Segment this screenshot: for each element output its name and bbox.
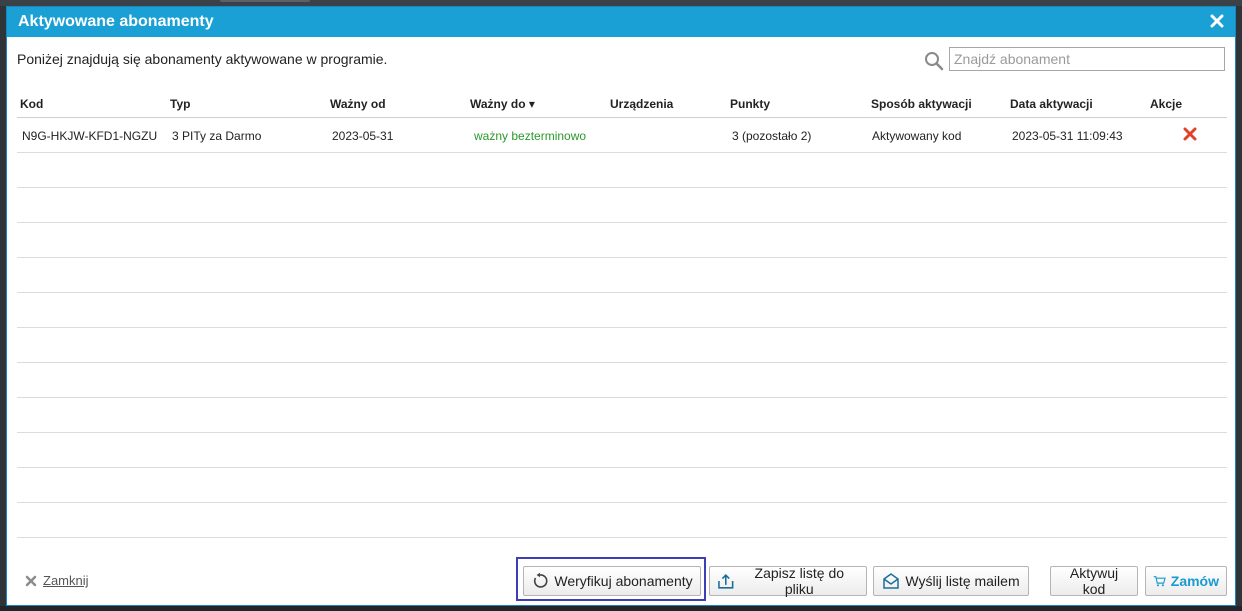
send-list-mail-label: Wyślij listę mailem: [905, 573, 1020, 589]
table-row[interactable]: N9G-HKJW-KFD1-NGZU 3 PITy za Darmo 2023-…: [17, 118, 1227, 153]
subscriptions-dialog: Aktywowane abonamenty Poniżej znajdują s…: [6, 6, 1236, 606]
table-row-empty: [17, 503, 1227, 538]
table-header: Kod Typ Ważny od Ważny do ▾ Urządzenia P…: [17, 93, 1227, 118]
close-link[interactable]: Zamknij: [25, 573, 89, 588]
order-label: Zamów: [1170, 573, 1219, 589]
table-row-empty: [17, 433, 1227, 468]
search-icon: [925, 52, 944, 71]
table-row-empty: [17, 188, 1227, 223]
column-header-data-aktywacji[interactable]: Data aktywacji: [1010, 97, 1093, 111]
activate-code-button[interactable]: Aktywuj kod: [1050, 565, 1138, 597]
delete-icon[interactable]: [1183, 127, 1197, 141]
refresh-icon: [534, 572, 548, 588]
dialog-footer: Zamknij Weryfikuj abonamenty Zapisz list…: [7, 555, 1235, 601]
activate-code-label: Aktywuj kod: [1069, 565, 1119, 597]
column-header-typ[interactable]: Typ: [170, 97, 190, 111]
upload-icon: [718, 574, 734, 589]
subscriptions-table: Kod Typ Ważny od Ważny do ▾ Urządzenia P…: [17, 93, 1227, 538]
cell-punkty: 3 (pozostało 2): [732, 129, 812, 143]
intro-text: Poniżej znajdują się abonamenty aktywowa…: [17, 51, 388, 67]
dialog-title: Aktywowane abonamenty: [18, 13, 214, 30]
column-header-akcje: Akcje: [1150, 97, 1183, 111]
cart-icon: [1153, 576, 1166, 587]
close-small-icon: [25, 575, 37, 586]
save-list-button[interactable]: Zapisz listę do pliku: [709, 565, 867, 597]
cell-data-aktywacji: 2023-05-31 11:09:43: [1012, 129, 1123, 143]
cell-wazny-od: 2023-05-31: [332, 129, 394, 143]
table-row-empty: [17, 258, 1227, 293]
column-header-punkty[interactable]: Punkty: [730, 97, 770, 111]
table-row-empty: [17, 328, 1227, 363]
table-row-empty: [17, 363, 1227, 398]
background-bottom-bar: [0, 606, 1242, 611]
verify-subscriptions-label: Weryfikuj abonamenty: [554, 573, 693, 589]
table-row-empty: [17, 468, 1227, 503]
column-header-wazny-do[interactable]: Ważny do ▾: [470, 97, 535, 111]
close-icon[interactable]: [1207, 11, 1227, 31]
verify-subscriptions-button[interactable]: Weryfikuj abonamenty: [523, 566, 701, 596]
save-list-label: Zapisz listę do pliku: [754, 565, 845, 597]
table-row-empty: [17, 398, 1227, 433]
background-title-stub: [220, 0, 310, 2]
table-row-empty: [17, 153, 1227, 188]
dialog-titlebar: Aktywowane abonamenty: [7, 7, 1235, 37]
column-header-urzadzenia[interactable]: Urządzenia: [610, 97, 673, 111]
cell-wazny-do: ważny bezterminowo: [474, 129, 587, 143]
mail-icon: [883, 573, 900, 589]
search-input[interactable]: [949, 47, 1225, 71]
column-header-sposob-aktywacji[interactable]: Sposób aktywacji: [871, 97, 972, 111]
cell-sposob-aktywacji: Aktywowany kod: [872, 129, 962, 143]
column-header-kod[interactable]: Kod: [20, 97, 43, 111]
table-row-empty: [17, 293, 1227, 328]
column-header-wazny-od[interactable]: Ważny od: [330, 97, 386, 111]
close-link-label: Zamknij: [43, 573, 89, 588]
order-button[interactable]: Zamów: [1145, 566, 1227, 596]
send-list-mail-button[interactable]: Wyślij listę mailem: [873, 566, 1029, 596]
table-row-empty: [17, 223, 1227, 258]
cell-kod: N9G-HKJW-KFD1-NGZU: [22, 129, 158, 143]
cell-typ: 3 PITy za Darmo: [172, 129, 262, 143]
